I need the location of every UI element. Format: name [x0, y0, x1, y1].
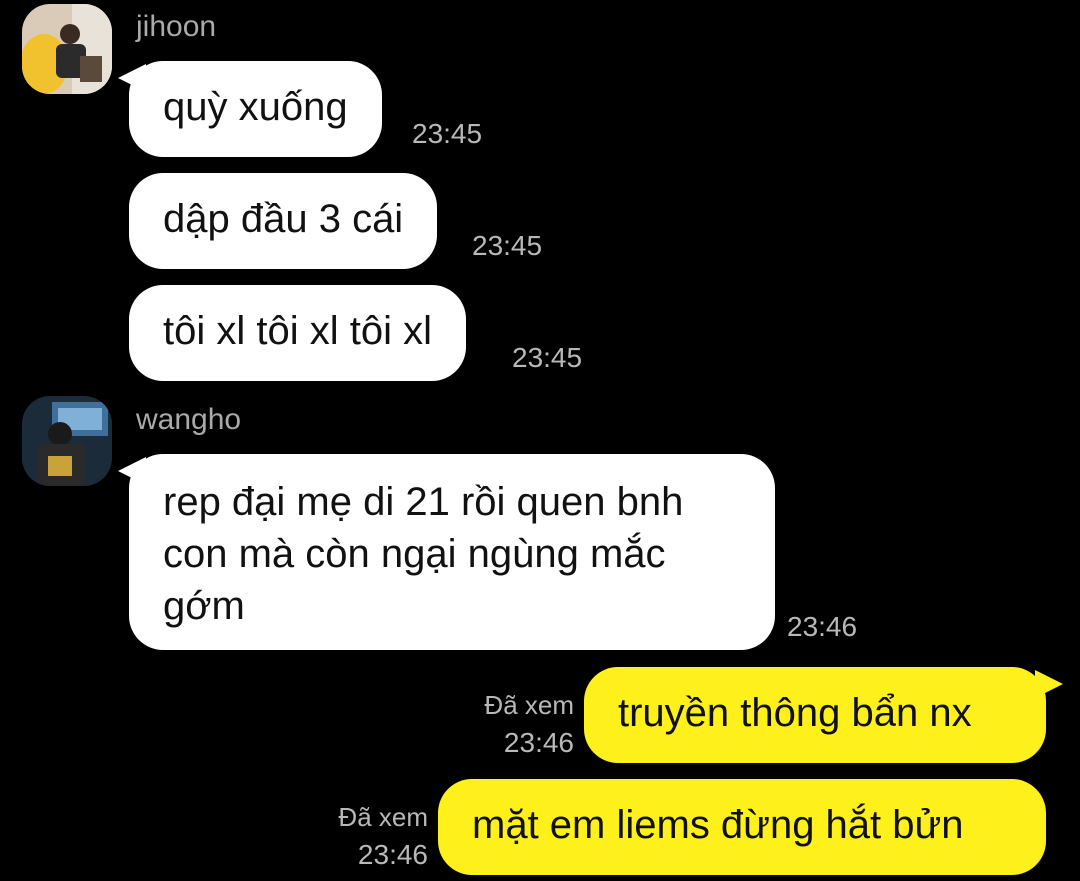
read-receipt: Đã xem [484, 690, 574, 720]
message-bubble[interactable]: quỳ xuống [129, 61, 382, 157]
sender-name: jihoon [136, 10, 217, 43]
avatar-photo-icon [22, 396, 112, 486]
message-bubble[interactable]: mặt em liems đừng hắt bửn [438, 779, 1046, 875]
message-time: 23:46 [357, 839, 428, 870]
message-bubble[interactable]: rep đại mẹ di 21 rồi quen bnh con mà còn… [129, 454, 775, 650]
bubble-tail [1035, 670, 1063, 698]
avatar-photo-icon [22, 4, 112, 94]
message-time: 23:45 [412, 118, 483, 149]
read-receipt: Đã xem [338, 802, 428, 832]
avatar-wangho[interactable] [22, 396, 112, 486]
message-bubble[interactable]: tôi xl tôi xl tôi xl [129, 285, 466, 381]
message-time: 23:46 [787, 611, 858, 642]
message-time: 23:46 [503, 727, 574, 758]
message-time: 23:45 [512, 342, 583, 373]
message-time: 23:45 [472, 230, 543, 261]
message-meta: Đã xem 23:46 [338, 798, 428, 874]
avatar-jihoon[interactable] [22, 4, 112, 94]
message-bubble[interactable]: truyền thông bẩn nx [584, 667, 1046, 763]
message-bubble[interactable]: dập đầu 3 cái [129, 173, 438, 269]
message-meta: Đã xem 23:46 [484, 686, 574, 762]
sender-name: wangho [136, 403, 242, 436]
